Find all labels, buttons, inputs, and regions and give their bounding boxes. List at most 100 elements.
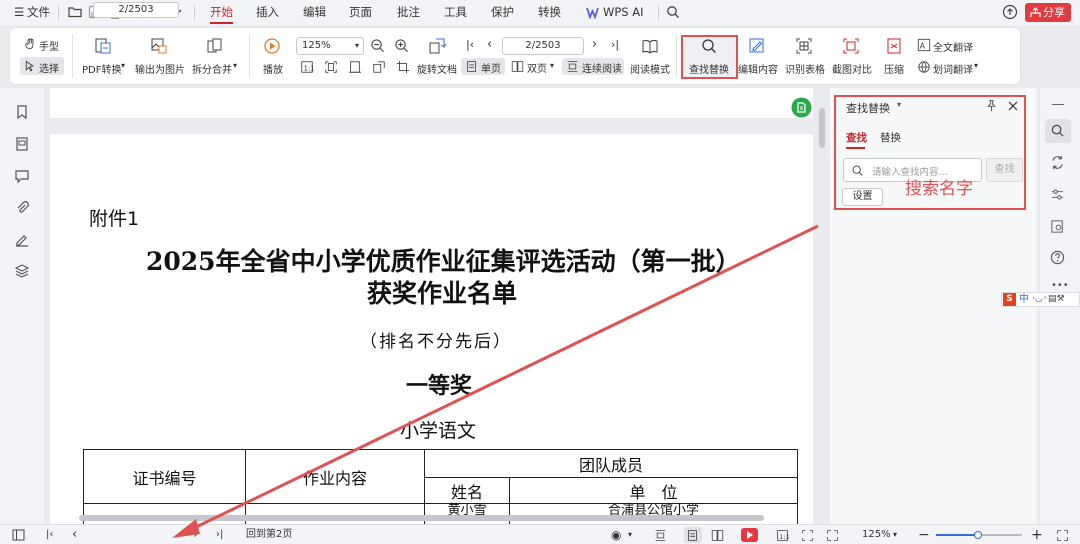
- wps-ai-logo-icon: [586, 7, 599, 19]
- first-page-icon[interactable]: |‹: [46, 525, 53, 544]
- full-translate-button[interactable]: 全文翻译: [933, 39, 973, 54]
- horizontal-scroll-thumb[interactable]: [79, 515, 764, 521]
- next-page-icon[interactable]: ›: [592, 37, 597, 52]
- vertical-scroll-thumb[interactable]: [819, 108, 825, 148]
- pdf-convert-icon: [95, 38, 111, 54]
- actual-size-icon[interactable]: 1:1: [776, 529, 789, 542]
- word-translate-button[interactable]: 划词翻译: [933, 61, 973, 76]
- prev-page-icon[interactable]: ‹: [487, 37, 492, 52]
- convert-icon[interactable]: [1050, 155, 1065, 170]
- play-button[interactable]: 播放: [263, 61, 283, 76]
- tab-protect[interactable]: 保护: [491, 0, 514, 25]
- tab-annotate[interactable]: 批注: [397, 0, 420, 25]
- single-page-icon[interactable]: [686, 529, 699, 542]
- book-search-icon[interactable]: [1050, 219, 1065, 234]
- open-folder-icon[interactable]: [67, 4, 83, 20]
- layers-icon[interactable]: [14, 263, 30, 279]
- zoom-out-icon[interactable]: −: [918, 525, 930, 544]
- search-icon[interactable]: [1050, 123, 1065, 138]
- vertical-scrollbar[interactable]: [818, 92, 826, 520]
- eye-icon[interactable]: ◉: [611, 525, 621, 544]
- ime-toolbar[interactable]: S 中 ·◡◦▤⚒: [1001, 292, 1080, 307]
- zoom-in-icon[interactable]: +: [1031, 525, 1043, 544]
- cloud-upload-icon[interactable]: [1002, 4, 1018, 20]
- next-page-icon[interactable]: ›: [193, 525, 198, 544]
- more-icon[interactable]: •••: [1051, 280, 1069, 291]
- screenshot-compare-button[interactable]: 截图对比: [832, 61, 872, 76]
- compress-button[interactable]: 压缩: [884, 61, 904, 76]
- col-header-team: 团队成员: [424, 449, 798, 478]
- sidebar-toggle-icon[interactable]: [12, 529, 25, 541]
- ime-tools-icon: ·◡◦▤⚒: [1032, 294, 1065, 304]
- hand-tool-button[interactable]: 手型: [39, 38, 59, 53]
- export-image-button[interactable]: 输出为图片: [135, 61, 185, 76]
- zoom-in-icon[interactable]: [394, 38, 409, 53]
- divider: [676, 34, 677, 78]
- tab-page[interactable]: 页面: [349, 0, 372, 25]
- select-tool-button[interactable]: 选择: [39, 60, 59, 75]
- svg-text:1:1: 1:1: [779, 533, 789, 541]
- edit-float-icon[interactable]: [791, 97, 812, 118]
- zoom-select[interactable]: 125% ▾: [296, 37, 364, 55]
- edit-content-button[interactable]: 编辑内容: [738, 61, 778, 76]
- back-to-page-link[interactable]: 回到第2页: [246, 525, 292, 544]
- fit-page-icon[interactable]: [801, 529, 814, 542]
- fullscreen-icon[interactable]: [826, 529, 839, 542]
- tab-home[interactable]: 开始: [210, 0, 233, 25]
- reading-mode-icon: [642, 39, 658, 54]
- search-icon[interactable]: [665, 4, 681, 20]
- tab-tools[interactable]: 工具: [444, 0, 467, 25]
- fit-page-icon[interactable]: [324, 60, 338, 74]
- first-page-icon[interactable]: |‹: [466, 38, 474, 51]
- zoom-value[interactable]: 125%: [862, 525, 891, 544]
- comment-icon[interactable]: [14, 168, 30, 184]
- single-page-button[interactable]: 单页: [481, 60, 501, 75]
- svg-text:1:1: 1:1: [304, 65, 315, 73]
- fit-width-icon[interactable]: [348, 60, 362, 74]
- continuous-reading-button[interactable]: 连续阅读: [582, 60, 622, 75]
- tab-edit[interactable]: 编辑: [303, 0, 326, 25]
- divider: [658, 5, 659, 20]
- chevron-down-icon[interactable]: ▾: [628, 525, 632, 544]
- zoom-out-icon[interactable]: [370, 38, 385, 53]
- help-icon[interactable]: [1050, 250, 1065, 265]
- split-merge-button[interactable]: 拆分合并: [192, 61, 232, 76]
- rotate-document-button[interactable]: 旋转文档: [417, 61, 457, 76]
- play-button[interactable]: [741, 528, 758, 542]
- single-page-icon: [467, 61, 476, 72]
- cursor-arrow-icon: [25, 60, 35, 72]
- tab-convert[interactable]: 转换: [538, 0, 561, 25]
- chevron-down-icon[interactable]: ▾: [893, 525, 897, 544]
- page-number-input[interactable]: 2/2503: [502, 37, 584, 55]
- bookmark-icon[interactable]: [14, 104, 30, 120]
- col-header-unit: 单 位: [509, 477, 798, 504]
- horizontal-scrollbar[interactable]: [44, 514, 830, 522]
- share-button[interactable]: 分享: [1025, 3, 1071, 22]
- recognize-table-button[interactable]: 识别表格: [785, 61, 825, 76]
- prev-page-icon[interactable]: ‹: [72, 525, 77, 544]
- zoom-slider-handle[interactable]: [974, 531, 982, 539]
- crop-icon[interactable]: [396, 60, 410, 74]
- status-page-input[interactable]: 2/2503: [93, 2, 179, 18]
- signature-icon[interactable]: [14, 232, 30, 248]
- expand-icon[interactable]: [1056, 529, 1069, 542]
- reading-mode-button[interactable]: 阅读模式: [630, 61, 670, 76]
- attachment-icon[interactable]: [14, 200, 30, 216]
- document-viewport[interactable]: 附件1 2025年全省中小学优质作业征集评选活动（第一批） 获奖作业名单 （排名…: [44, 88, 830, 524]
- double-page-icon[interactable]: [711, 529, 724, 542]
- full-translate-icon: A: [917, 38, 931, 52]
- continuous-view-icon[interactable]: [654, 529, 667, 542]
- rotate-view-icon[interactable]: [372, 60, 386, 74]
- minimize-icon[interactable]: [1052, 104, 1064, 105]
- pdf-convert-button[interactable]: PDF转换: [82, 61, 121, 76]
- thumbnail-icon[interactable]: [14, 136, 30, 152]
- file-menu[interactable]: 文件: [27, 0, 50, 25]
- double-page-button[interactable]: 双页: [527, 60, 547, 75]
- last-page-icon[interactable]: ›|: [216, 525, 223, 544]
- tab-insert[interactable]: 插入: [256, 0, 279, 25]
- actual-size-icon[interactable]: 1:1: [300, 60, 314, 74]
- last-page-icon[interactable]: ›|: [611, 38, 619, 51]
- tab-wps-ai[interactable]: WPS AI: [603, 0, 644, 25]
- sliders-icon[interactable]: [1050, 187, 1065, 202]
- hamburger-icon[interactable]: ☰: [14, 0, 24, 25]
